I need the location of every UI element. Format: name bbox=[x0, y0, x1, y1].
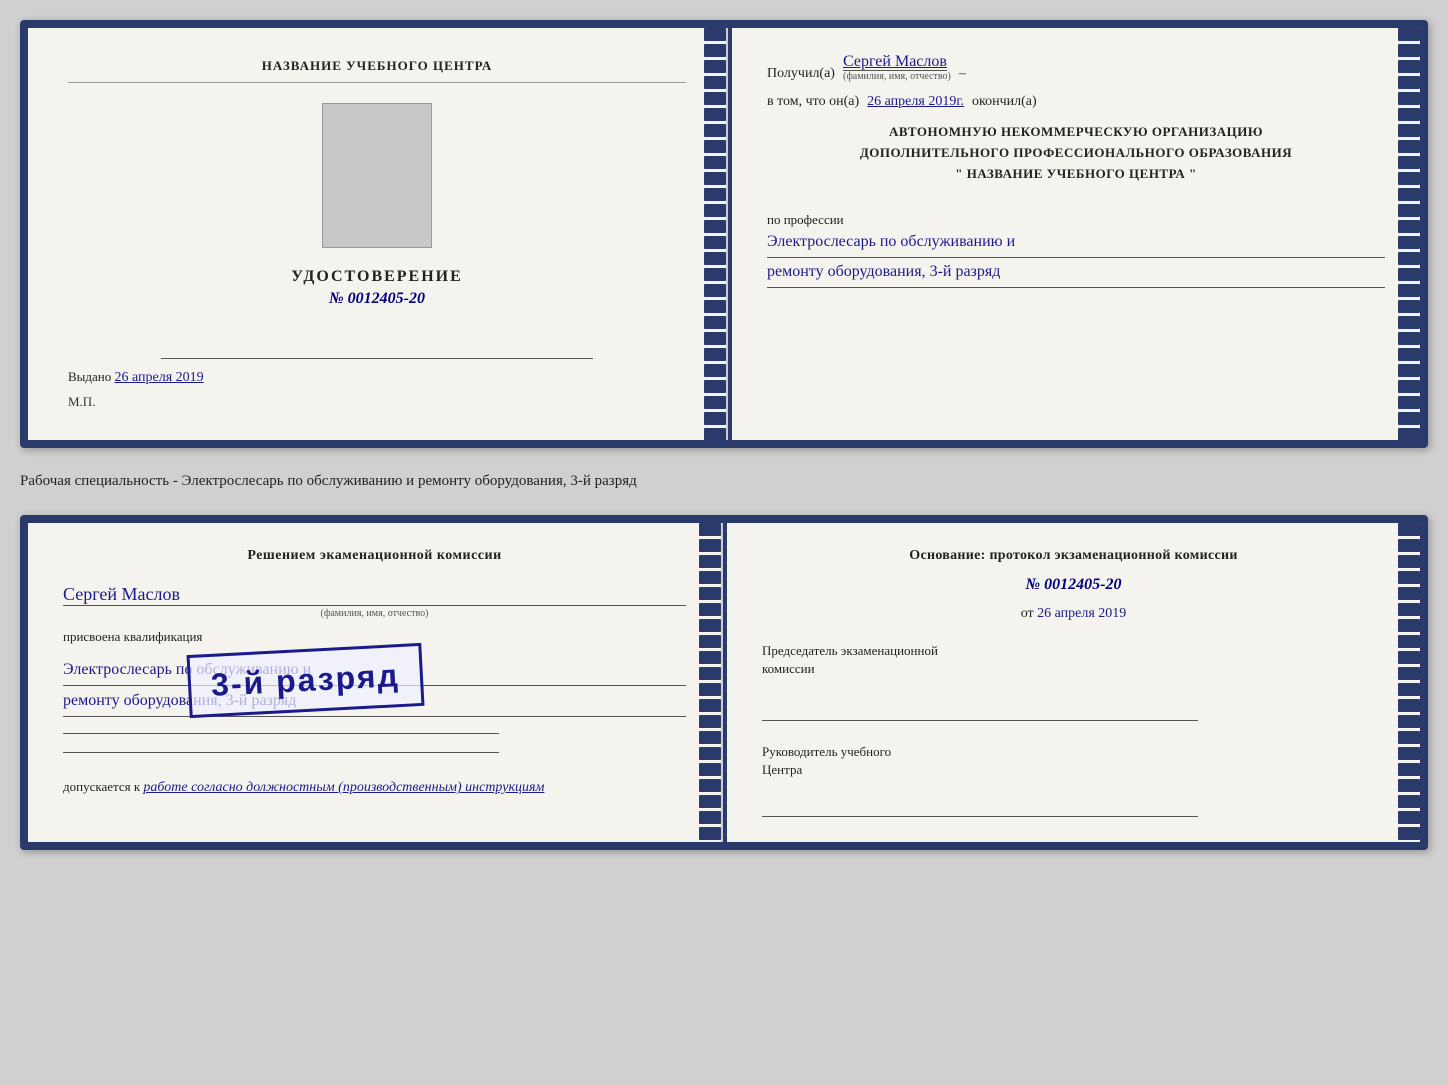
chairman-line2: комиссии bbox=[762, 661, 815, 676]
cert-title: УДОСТОВЕРЕНИЕ bbox=[291, 268, 463, 286]
person-name: Сергей Маслов bbox=[63, 584, 686, 606]
received-label: Получил(а) bbox=[767, 66, 835, 82]
issued-line: Выдано 26 апреля 2019 bbox=[68, 369, 686, 386]
cert1-right-panel: Получил(а) Сергей Маслов (фамилия, имя, … bbox=[732, 28, 1420, 440]
admitted-label: допускается к bbox=[63, 779, 140, 794]
profession-line1: Электрослесарь по обслуживанию и bbox=[767, 228, 1385, 258]
org-text: АВТОНОМНУЮ НЕКОММЕРЧЕСКУЮ ОРГАНИЗАЦИЮ ДО… bbox=[767, 122, 1385, 184]
basis-text: Основание: протокол экзаменационной коми… bbox=[762, 548, 1385, 564]
issued-date: 26 апреля 2019 bbox=[115, 370, 204, 385]
recipient-name: Сергей Маслов bbox=[843, 53, 947, 71]
received-line: Получил(а) Сергей Маслов (фамилия, имя, … bbox=[767, 53, 1385, 82]
right-deco-bars-1 bbox=[1398, 28, 1420, 440]
director-line2: Центра bbox=[762, 762, 802, 777]
admitted-work: работе согласно должностным (производств… bbox=[143, 780, 544, 795]
certificate-card-2: Решением экаменационной комиссии Сергей … bbox=[20, 515, 1428, 851]
cert2-right-panel: Основание: протокол экзаменационной коми… bbox=[727, 523, 1420, 843]
org-name-header: НАЗВАНИЕ УЧЕБНОГО ЦЕНТРА bbox=[68, 58, 686, 83]
director-line1: Руководитель учебного bbox=[762, 744, 891, 759]
dash-1: – bbox=[959, 66, 966, 82]
director-title: Руководитель учебного Центра bbox=[762, 743, 1385, 779]
certificate-card-1: НАЗВАНИЕ УЧЕБНОГО ЦЕНТРА УДОСТОВЕРЕНИЕ №… bbox=[20, 20, 1428, 448]
recipient-sub: (фамилия, имя, отчество) bbox=[843, 71, 951, 82]
org-line1: АВТОНОМНУЮ НЕКОММЕРЧЕСКУЮ ОРГАНИЗАЦИЮ bbox=[767, 122, 1385, 143]
profession-label: по профессии bbox=[767, 212, 1385, 228]
stamp-text: 3-й разряд bbox=[210, 657, 400, 704]
cert2-left-panel: Решением экаменационной комиссии Сергей … bbox=[28, 523, 723, 843]
left-deco-bars bbox=[704, 28, 726, 440]
decision-title: Решением экаменационной комиссии bbox=[63, 548, 686, 564]
chairman-title: Председатель экзаменационной комиссии bbox=[762, 642, 1385, 678]
cert2-left-deco bbox=[699, 523, 721, 843]
stamp: 3-й разряд bbox=[187, 643, 425, 718]
cert1-left-panel: НАЗВАНИЕ УЧЕБНОГО ЦЕНТРА УДОСТОВЕРЕНИЕ №… bbox=[28, 28, 728, 440]
cert-number: № 0012405-20 bbox=[329, 290, 425, 308]
completed-date: 26 апреля 2019г. bbox=[867, 94, 964, 110]
completed-label: окончил(а) bbox=[972, 94, 1037, 110]
org-line3: " НАЗВАНИЕ УЧЕБНОГО ЦЕНТРА " bbox=[767, 164, 1385, 185]
date-value: 26 апреля 2019 bbox=[1037, 606, 1126, 621]
photo-placeholder bbox=[322, 103, 432, 248]
completed-line: в том, что он(а) 26 апреля 2019г. окончи… bbox=[767, 94, 1385, 110]
chairman-line1: Председатель экзаменационной bbox=[762, 643, 938, 658]
protocol-number: № 0012405-20 bbox=[762, 576, 1385, 594]
assigned-text: присвоена квалификация bbox=[63, 629, 686, 645]
issued-label: Выдано bbox=[68, 369, 111, 384]
admitted-text: допускается к работе согласно должностны… bbox=[63, 779, 686, 796]
mp-label: М.П. bbox=[68, 394, 95, 410]
date-prefix: от bbox=[1021, 606, 1034, 621]
org-line2: ДОПОЛНИТЕЛЬНОГО ПРОФЕССИОНАЛЬНОГО ОБРАЗО… bbox=[767, 143, 1385, 164]
between-text: Рабочая специальность - Электрослесарь п… bbox=[20, 466, 1428, 497]
profession-line2: ремонту оборудования, 3-й разряд bbox=[767, 258, 1385, 288]
person-sub: (фамилия, имя, отчество) bbox=[63, 608, 686, 619]
protocol-date: от 26 апреля 2019 bbox=[762, 606, 1385, 622]
in-that-label: в том, что он(а) bbox=[767, 94, 859, 110]
cert2-right-deco bbox=[1398, 523, 1420, 843]
